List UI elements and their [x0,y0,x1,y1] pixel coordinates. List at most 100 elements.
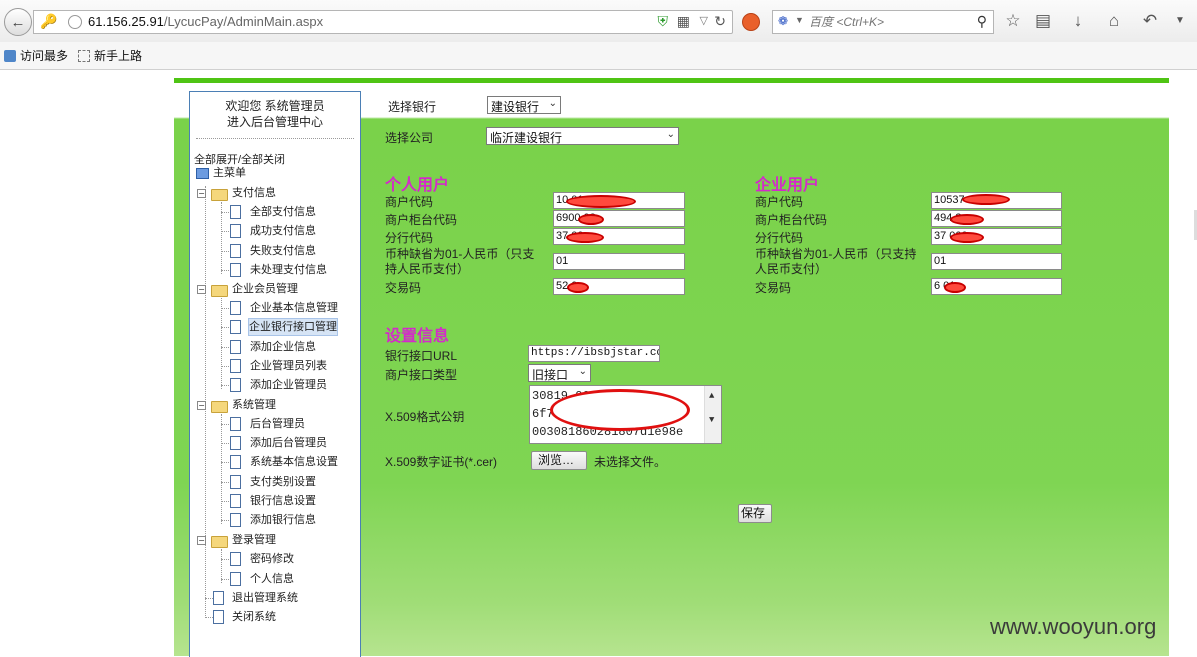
star-icon[interactable]: ☆ [1003,11,1023,31]
reload-icon[interactable]: ↻ [714,13,726,30]
personal-counter-code-field[interactable]: 6900 08 [553,210,685,227]
menu-item-all-payments[interactable]: 全部支付信息 [250,204,316,220]
menu-item-system-settings[interactable]: 系统基本信息设置 [250,454,338,470]
menu-item-logout[interactable]: 退出管理系统 [232,590,298,606]
home-icon[interactable]: ⌂ [1104,11,1124,31]
collapse-icon[interactable]: − [197,189,206,198]
save-button[interactable]: 保存 [738,504,772,523]
company-select[interactable]: 临沂建设银行 ⌄ [486,127,679,145]
bookmark-icon [78,50,90,62]
collapse-icon[interactable]: − [197,401,206,410]
extension-icon[interactable] [742,13,760,31]
bookmark-most-visited[interactable]: 访问最多 [4,47,68,64]
document-icon [230,494,241,508]
admin-sidebar: 欢迎您 系统管理员 进入后台管理中心 全部展开/全部关闭 主菜单 − 支付信息 … [189,91,361,657]
menu-item-enterprise-admin-list[interactable]: 企业管理员列表 [250,358,327,374]
document-icon [213,610,224,624]
enterprise-branch-code-label: 分行代码 [755,231,804,245]
folder-icon [211,189,228,201]
menu-group-payment[interactable]: 支付信息 [232,185,276,201]
collapse-icon[interactable]: − [197,285,206,294]
tree-line [221,251,229,252]
personal-merchant-code-label: 商户代码 [385,195,434,209]
enterprise-trade-code-label: 交易码 [755,281,792,295]
globe-icon [68,15,82,29]
back-arrow-icon[interactable]: ← [4,8,32,36]
bookmarks-bar: 访问最多 新手上路 [0,42,1197,70]
bank-url-field[interactable]: https://ibsbjstar.ccb. [528,345,660,362]
personal-currency-field[interactable]: 01 [553,253,685,270]
document-icon [230,224,241,238]
bank-select[interactable]: 建设银行 ⌄ [487,96,561,114]
bookmark-icon [4,50,16,62]
chevron-down-icon: ⌄ [548,98,557,109]
baidu-paw-icon[interactable]: ❁ [778,14,788,28]
collapse-icon[interactable]: − [197,536,206,545]
tree-line [221,347,229,348]
redaction-mark [578,214,604,225]
menu-item-profile[interactable]: 个人信息 [250,571,294,587]
enterprise-currency-field[interactable]: 01 [931,253,1062,270]
watermark: www.wooyun.org [990,614,1157,639]
document-icon [230,436,241,450]
menu-group-login[interactable]: 登录管理 [232,532,276,548]
tree-line [221,327,229,328]
menu-item-payment-categories[interactable]: 支付类别设置 [250,474,316,490]
menu-dropdown-icon[interactable]: ▼ [1170,15,1190,26]
chevron-up-icon[interactable]: ▲ [709,388,714,405]
textarea-scrollbar[interactable]: ▲ ▼ [704,386,721,443]
search-input[interactable] [807,13,961,31]
interface-type-select[interactable]: 旧接口 ⌄ [528,364,591,382]
redaction-mark [566,232,604,243]
no-file-text: 未选择文件。 [594,455,667,469]
enterprise-user-title: 企业用户 [755,177,820,194]
menu-item-failed-payments[interactable]: 失败支付信息 [250,243,316,259]
chevron-down-icon[interactable]: ▼ [795,15,804,25]
browse-button[interactable]: 浏览… [531,451,587,470]
bank-label: 选择银行 [388,100,437,114]
company-select-value: 临沂建设银行 [490,131,563,145]
document-icon [230,263,241,277]
download-icon[interactable]: ↓ [1068,11,1088,31]
redaction-mark [567,282,589,293]
document-icon [230,205,241,219]
tree-line [221,424,229,425]
menu-root[interactable]: 主菜单 [213,165,246,181]
bookmark-getting-started[interactable]: 新手上路 [78,47,142,64]
tree-line [221,501,229,502]
menu-item-successful-payments[interactable]: 成功支付信息 [250,223,316,239]
menu-group-system[interactable]: 系统管理 [232,397,276,413]
url-text[interactable]: 61.156.25.91/LycucPay/AdminMain.aspx [88,14,323,29]
enterprise-currency-label: 币种缺省为01-人民币（只支持 人民币支付） [755,247,916,277]
tree-line [221,520,229,521]
search-bar[interactable]: ❁ ▼ ⚲ [772,10,994,34]
menu-item-add-admin[interactable]: 添加后台管理员 [250,435,327,451]
tree-line [221,385,229,386]
tree-line [221,212,229,213]
menu-group-enterprise-members[interactable]: 企业会员管理 [232,281,298,297]
folder-icon [211,285,228,297]
menu-item-admins[interactable]: 后台管理员 [250,416,305,432]
menu-item-add-enterprise[interactable]: 添加企业信息 [250,339,316,355]
menu-item-add-bank[interactable]: 添加银行信息 [250,512,316,528]
menu-item-add-enterprise-admin[interactable]: 添加企业管理员 [250,377,327,393]
menu-item-pending-payments[interactable]: 未处理支付信息 [250,262,327,278]
folder-icon [211,401,228,413]
dropdown-arrow-icon[interactable]: ▽ [700,14,708,27]
qr-code-icon[interactable]: ▦ [677,13,690,30]
personal-currency-label: 币种缺省为01-人民币（只支 持人民币支付） [385,247,534,277]
menu-item-enterprise-bank-interface[interactable]: 企业银行接口管理 [248,318,338,336]
menu-item-bank-settings[interactable]: 银行信息设置 [250,493,316,509]
chevron-down-icon[interactable]: ▼ [709,412,714,429]
address-bar[interactable]: 🔑 61.156.25.91/LycucPay/AdminMain.aspx ⛨… [33,10,733,34]
search-icon[interactable]: ⚲ [977,13,987,30]
menu-item-change-password[interactable]: 密码修改 [250,551,294,567]
menu-item-close-system[interactable]: 关闭系统 [232,609,276,625]
menu-item-enterprise-basic-info[interactable]: 企业基本信息管理 [250,300,338,316]
tree-line [221,414,222,524]
undo-icon[interactable]: ↶ [1140,11,1160,31]
clipboard-icon[interactable]: ▤ [1033,11,1053,31]
tree-line [205,598,213,599]
shield-icon[interactable]: ⛨ [658,13,669,30]
redaction-mark [944,282,966,293]
